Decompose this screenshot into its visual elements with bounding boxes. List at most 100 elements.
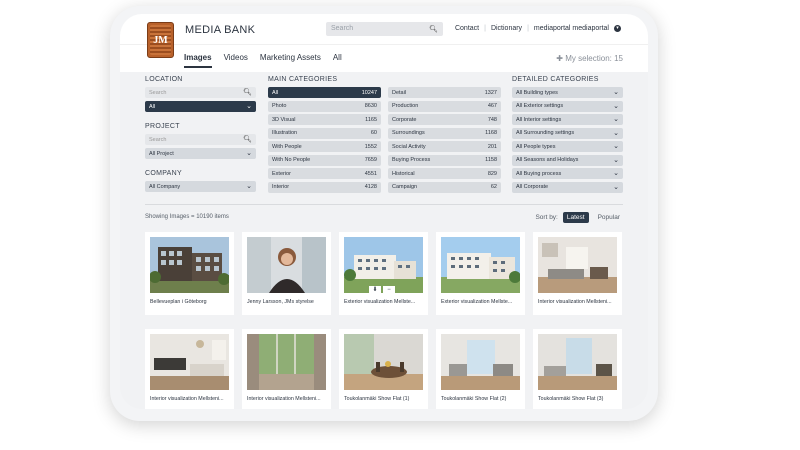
category-social-activity[interactable]: Social Activity 201 <box>388 141 501 152</box>
top-links: Contact | Dictionary | mediaportal media… <box>455 25 621 32</box>
image-caption: Bellevueplan i Göteborg <box>150 299 207 305</box>
chevron-down-icon: ⌄ <box>613 170 619 177</box>
category-count: 1552 <box>364 143 377 150</box>
sort-popular-button[interactable]: Popular <box>594 212 624 223</box>
category-with-no-people[interactable]: With No People 7659 <box>268 154 381 166</box>
image-card[interactable]: Toukolanmäki Show Flat (1) <box>339 329 428 409</box>
category-label: With No People <box>272 157 311 163</box>
image-card[interactable]: Exterior visualization Mellste... <box>436 232 525 315</box>
tab-images[interactable]: Images <box>184 53 212 68</box>
category-count: 467 <box>487 103 497 109</box>
separator: | <box>484 25 486 32</box>
category-production[interactable]: Production 467 <box>388 100 501 112</box>
project-search-input[interactable]: Search 🔍︎ <box>145 134 256 145</box>
detailed-categories-title: DETAILED CATEGORIES <box>512 76 599 83</box>
sort-label: Sort by: <box>535 214 558 221</box>
image-thumbnail[interactable] <box>344 334 423 390</box>
interior-settings-select[interactable]: All Interior settings ⌄ <box>512 114 623 125</box>
category-exterior[interactable]: Exterior 4551 <box>268 168 381 179</box>
exterior-settings-select[interactable]: All Exterior settings ⌄ <box>512 100 623 112</box>
image-card[interactable]: Toukolanmäki Show Flat (2) <box>436 329 525 409</box>
minus-icon[interactable]: − <box>383 286 395 294</box>
category-count: 1165 <box>365 116 377 123</box>
image-card[interactable]: Interior visualization Mellsteni... <box>145 329 234 409</box>
main-categories-grid: All 10247 Detail 1327 Photo 8630 Production… <box>268 87 501 193</box>
image-card[interactable]: Toukolanmäki Show Flat (3) <box>533 329 622 409</box>
sort-latest-button[interactable]: Latest <box>562 212 589 223</box>
user-menu[interactable]: mediaportal mediaportal <box>534 25 609 32</box>
contact-link[interactable]: Contact <box>455 25 479 32</box>
category-photo[interactable]: Photo 8630 <box>268 100 381 112</box>
dictionary-link[interactable]: Dictionary <box>491 25 522 32</box>
image-thumbnail[interactable] <box>247 237 326 293</box>
category-label: Surroundings <box>392 130 425 136</box>
buying-process-select[interactable]: All Buying process ⌄ <box>512 168 623 179</box>
category-count: 7659 <box>364 157 377 163</box>
category-all[interactable]: All 10247 <box>268 87 381 98</box>
category-historical[interactable]: Historical 829 <box>388 168 501 179</box>
category-buying-process[interactable]: Buying Process 1158 <box>388 154 501 166</box>
seasons-holidays-select[interactable]: All Seasons and Holidays ⌄ <box>512 154 623 166</box>
category-with-people[interactable]: With People 1552 <box>268 141 381 152</box>
category-label: All <box>272 89 279 96</box>
category-count: 201 <box>487 143 497 150</box>
category-label: Interior <box>272 184 290 190</box>
building-types-select[interactable]: All Building types ⌄ <box>512 87 623 98</box>
category-count: 4128 <box>364 184 377 190</box>
category-detail[interactable]: Detail 1327 <box>388 87 501 98</box>
category-3d-visual[interactable]: 3D Visual 1165 <box>268 114 381 125</box>
location-select[interactable]: All ⌄ <box>145 101 256 112</box>
tab-videos[interactable]: Videos <box>224 53 248 68</box>
corporate-select[interactable]: All Corporate ⌄ <box>512 181 623 193</box>
image-card[interactable]: Interior visualization Mellsteni... <box>533 232 622 315</box>
company-selected: All Company <box>149 183 181 190</box>
category-corporate[interactable]: Corporate 748 <box>388 114 501 125</box>
my-selection-button[interactable]: ✚ My selection: 15 <box>556 54 623 63</box>
chevron-down-icon: ⌄ <box>613 129 619 137</box>
category-label: 3D Visual <box>272 116 296 123</box>
chevron-down-icon: ⌄ <box>613 143 619 150</box>
search-icon[interactable]: 🔍︎ <box>429 25 438 33</box>
category-label: Buying Process <box>392 157 431 163</box>
logo-text: JM <box>150 25 171 55</box>
image-card[interactable]: Bellevueplan i Göteborg <box>145 232 234 315</box>
category-surroundings[interactable]: Surroundings 1168 <box>388 127 501 139</box>
chevron-down-icon[interactable]: ▾ <box>614 25 621 32</box>
image-caption: Exterior visualization Mellste... <box>441 299 513 305</box>
image-thumbnail[interactable] <box>441 334 520 390</box>
tab-all[interactable]: All <box>333 53 342 68</box>
image-thumbnail[interactable] <box>344 237 423 293</box>
image-thumbnail[interactable] <box>150 334 229 390</box>
category-campaign[interactable]: Campaign 62 <box>388 181 501 193</box>
image-thumbnail[interactable] <box>150 237 229 293</box>
image-card[interactable]: ⬇ − Exterior visualization Mellste... <box>339 232 428 315</box>
category-count: 748 <box>487 116 497 123</box>
people-types-select[interactable]: All People types ⌄ <box>512 141 623 152</box>
surrounding-settings-select[interactable]: All Surrounding settings ⌄ <box>512 127 623 139</box>
media-tabs: Images Videos Marketing Assets All <box>184 53 342 68</box>
category-interior[interactable]: Interior 4128 <box>268 181 381 193</box>
search-icon[interactable]: 🔍︎ <box>243 88 252 96</box>
download-icon[interactable]: ⬇ <box>369 286 381 294</box>
project-select[interactable]: All Project ⌄ <box>145 148 256 159</box>
image-tools: ⬇ − <box>369 286 395 294</box>
image-thumbnail[interactable] <box>247 334 326 390</box>
global-search-input[interactable]: Search 🔍︎ <box>326 22 443 36</box>
category-illustration[interactable]: Illustration 60 <box>268 127 381 139</box>
category-label: Production <box>392 103 419 109</box>
location-search-input[interactable]: Search 🔍︎ <box>145 87 256 98</box>
image-thumbnail[interactable] <box>538 334 617 390</box>
location-project-company: LOCATION Search 🔍︎ All ⌄ PROJECT Search … <box>145 76 256 195</box>
image-card[interactable]: Jenny Larsson, JMs styrelse <box>242 232 331 315</box>
main-nav: Images Videos Marketing Assets All ✚ My … <box>120 44 648 72</box>
location-title: LOCATION <box>145 76 183 83</box>
select-label: All Building types <box>516 89 558 96</box>
search-icon[interactable]: 🔍︎ <box>243 135 252 143</box>
company-select[interactable]: All Company ⌄ <box>145 181 256 192</box>
image-thumbnail[interactable] <box>538 237 617 293</box>
image-card[interactable]: Interior visualization Mellsteni... <box>242 329 331 409</box>
tab-marketing-assets[interactable]: Marketing Assets <box>260 53 321 68</box>
jm-logo[interactable]: JM <box>147 22 174 58</box>
image-thumbnail[interactable] <box>441 237 520 293</box>
plus-icon: ✚ <box>556 54 563 63</box>
